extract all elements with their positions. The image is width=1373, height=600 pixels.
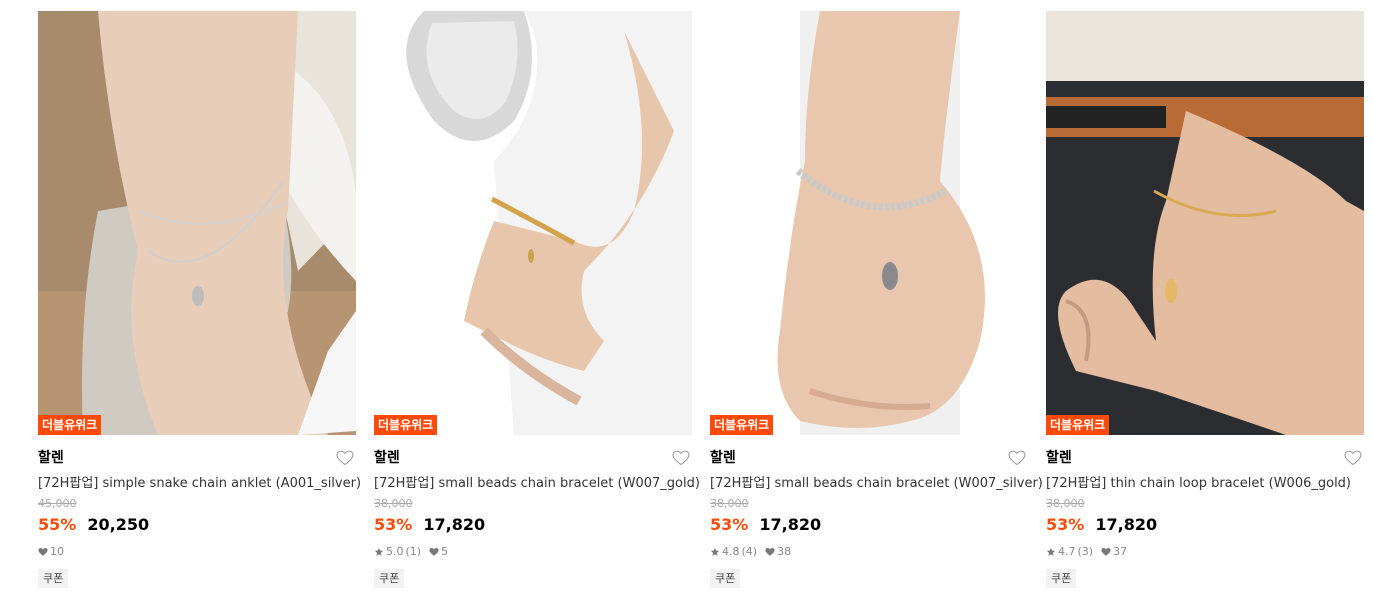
star-icon	[1046, 547, 1056, 556]
original-price: 45,000	[38, 497, 77, 510]
like-count: 37	[1113, 545, 1128, 558]
like-count: 10	[50, 545, 64, 558]
rating: 5.0	[386, 545, 404, 558]
brand-name[interactable]: 할렌	[38, 449, 356, 467]
heart-icon[interactable]	[336, 450, 354, 466]
star-icon	[374, 547, 384, 556]
like-count: 38	[777, 545, 792, 558]
product-card[interactable]: 더블유위크 할렌 [72H팝업] small beads chain brace…	[374, 11, 700, 588]
like-count-icon	[1101, 548, 1111, 556]
like-count-icon	[38, 548, 48, 556]
product-name[interactable]: [72H팝업] small beads chain bracelet (W007…	[710, 475, 1043, 493]
product-stats: 5.0 (1) 5	[374, 545, 692, 559]
product-grid: 더블유위크 할렌 [72H팝업] simple snake chain ankl…	[0, 0, 1373, 600]
original-price: 38,000	[1046, 497, 1085, 510]
sale-price: 20,250	[87, 515, 150, 534]
promo-badge: 더블유위크	[1046, 415, 1110, 435]
product-name[interactable]: [72H팝업] small beads chain bracelet (W007…	[374, 475, 700, 493]
gold-bracelet-photo	[374, 11, 692, 435]
rating: 4.8	[722, 545, 740, 558]
product-image[interactable]: 더블유위크	[374, 11, 692, 435]
product-name[interactable]: [72H팝업] thin chain loop bracelet (W006_g…	[1046, 475, 1364, 493]
product-card[interactable]: 더블유위크 할렌 [72H팝업] thin chain loop bracele…	[1046, 11, 1364, 588]
silver-bracelet-photo	[710, 11, 1028, 435]
discount-rate: 53%	[1046, 515, 1085, 534]
original-price: 38,000	[710, 497, 749, 510]
gold-chain-bracelet-photo	[1046, 11, 1364, 435]
product-image[interactable]: 더블유위크	[1046, 11, 1364, 435]
coupon-tag: 쿠폰	[38, 569, 69, 588]
brand-name[interactable]: 할렌	[710, 449, 1028, 467]
sale-price: 17,820	[423, 515, 486, 534]
heart-icon[interactable]	[1008, 450, 1026, 466]
promo-badge: 더블유위크	[710, 415, 774, 435]
brand-name[interactable]: 할렌	[1046, 449, 1364, 467]
review-count: (3)	[1077, 545, 1094, 558]
sale-price: 17,820	[759, 515, 822, 534]
product-stats: 4.7 (3) 37	[1046, 545, 1364, 559]
discount-rate: 53%	[374, 515, 413, 534]
product-stats: 4.8 (4) 38	[710, 545, 1028, 559]
like-count-icon	[429, 548, 439, 556]
like-count-icon	[765, 548, 775, 556]
promo-badge: 더블유위크	[374, 415, 438, 435]
coupon-tag: 쿠폰	[1046, 569, 1077, 588]
star-icon	[710, 547, 720, 556]
product-card[interactable]: 더블유위크 할렌 [72H팝업] small beads chain brace…	[710, 11, 1043, 588]
promo-badge: 더블유위크	[38, 415, 102, 435]
like-count: 5	[441, 545, 449, 558]
brand-name[interactable]: 할렌	[374, 449, 692, 467]
heart-icon[interactable]	[1344, 450, 1362, 466]
coupon-tag: 쿠폰	[710, 569, 741, 588]
coupon-tag: 쿠폰	[374, 569, 405, 588]
review-count: (1)	[405, 545, 422, 558]
product-image[interactable]: 더블유위크	[38, 11, 356, 435]
rating: 4.7	[1058, 545, 1076, 558]
product-card[interactable]: 더블유위크 할렌 [72H팝업] simple snake chain ankl…	[38, 11, 361, 588]
product-image[interactable]: 더블유위크	[710, 11, 1028, 435]
product-name[interactable]: [72H팝업] simple snake chain anklet (A001_…	[38, 475, 361, 493]
original-price: 38,000	[374, 497, 413, 510]
anklet-photo	[38, 11, 356, 435]
discount-rate: 53%	[710, 515, 749, 534]
heart-icon[interactable]	[672, 450, 690, 466]
discount-rate: 55%	[38, 515, 77, 534]
sale-price: 17,820	[1095, 515, 1158, 534]
product-stats: 10	[38, 545, 356, 559]
review-count: (4)	[741, 545, 758, 558]
